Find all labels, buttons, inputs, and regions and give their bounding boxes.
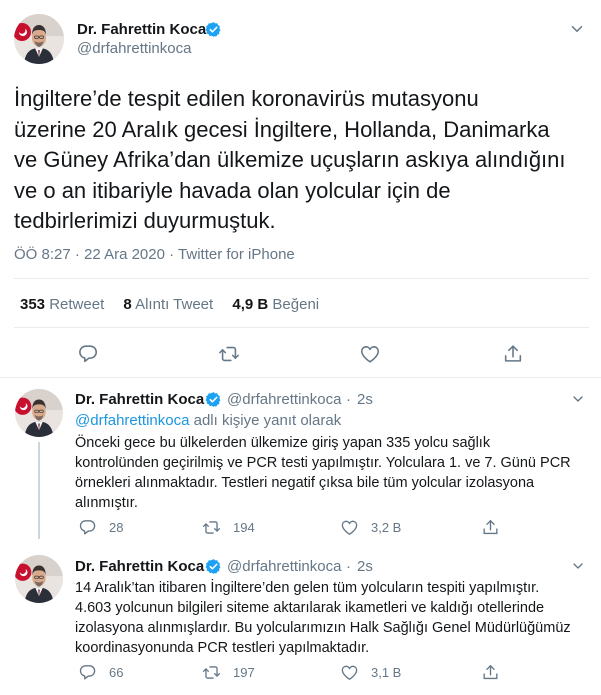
tweet-date[interactable]: 22 Ara 2020	[84, 246, 165, 263]
like-count: 3,1 B	[371, 665, 402, 680]
author-display-name[interactable]: Dr. Fahrettin Koca	[75, 558, 204, 575]
replying-to-suffix: adlı kişiye yanıt olarak	[189, 412, 342, 429]
meta-separator: ·	[346, 558, 351, 575]
tweet-time[interactable]: ÖÖ 8:27	[14, 246, 71, 263]
retweets-count: 353	[20, 296, 46, 313]
reply-count: 66	[109, 665, 124, 680]
retweet-count: 197	[233, 665, 255, 680]
avatar[interactable]	[15, 389, 63, 437]
verified-badge-icon	[205, 558, 222, 575]
like-icon	[340, 663, 359, 682]
share-action[interactable]	[481, 518, 512, 537]
share-icon	[481, 663, 500, 682]
quotes-label: Alıntı Tweet	[135, 296, 214, 313]
like-action[interactable]: 3,1 B	[340, 663, 401, 682]
quotes-count: 8	[123, 296, 132, 313]
author-display-name[interactable]: Dr. Fahrettin Koca	[75, 391, 204, 408]
reply-icon	[78, 663, 97, 682]
retweet-icon[interactable]	[218, 343, 240, 365]
tweet-text: Önceki gece bu ülkelerden ülkemize giriş…	[75, 435, 571, 511]
chevron-down-icon[interactable]	[568, 20, 586, 38]
chevron-down-icon[interactable]	[570, 391, 586, 407]
avatar[interactable]	[15, 555, 63, 603]
retweets-label: Retweet	[49, 296, 105, 313]
tweet-meta: ÖÖ 8:27 · 22 Ara 2020 · Twitter for iPho…	[14, 246, 295, 263]
tweet-text: İngiltere’de tespit edilen koronavirüs m…	[14, 86, 566, 233]
author-handle[interactable]: @drfahrettinkoca	[77, 40, 191, 57]
likes-stat[interactable]: 4,9 B Beğeni	[232, 296, 319, 313]
author-handle[interactable]: @drfahrettinkoca	[227, 558, 341, 575]
divider	[14, 327, 589, 328]
main-tweet: Dr. Fahrettin Koca @drfahrettinkoca İngi…	[0, 0, 601, 378]
replying-to: @drfahrettinkoca adlı kişiye yanıt olara…	[75, 412, 341, 429]
retweet-icon	[202, 663, 221, 682]
reply-tweet[interactable]: Dr. Fahrettin Koca @drfahrettinkoca · 2s…	[0, 379, 601, 545]
avatar[interactable]	[14, 14, 64, 64]
reply-icon[interactable]	[77, 343, 99, 365]
retweet-count: 194	[233, 520, 255, 535]
tweet-source[interactable]: Twitter for iPhone	[178, 246, 295, 263]
share-action[interactable]	[481, 663, 512, 682]
tweet-stats: 353 Retweet 8 Alıntı Tweet 4,9 B Beğeni	[20, 296, 334, 313]
like-icon[interactable]	[359, 343, 381, 365]
reply-count: 28	[109, 520, 124, 535]
reply-tweet[interactable]: Dr. Fahrettin Koca @drfahrettinkoca · 2s…	[0, 545, 601, 695]
share-icon[interactable]	[502, 343, 524, 365]
retweet-action[interactable]: 194	[202, 518, 255, 537]
divider	[14, 278, 589, 279]
thread-line	[38, 442, 40, 539]
like-action[interactable]: 3,2 B	[340, 518, 401, 537]
meta-separator: ·	[169, 246, 175, 263]
chevron-down-icon[interactable]	[570, 558, 586, 574]
reply-action[interactable]: 66	[78, 663, 123, 682]
author-display-name[interactable]: Dr. Fahrettin Koca	[77, 21, 206, 38]
like-icon	[340, 518, 359, 537]
verified-badge-icon	[205, 21, 222, 38]
replying-to-handle[interactable]: @drfahrettinkoca	[75, 412, 189, 429]
meta-separator: ·	[346, 391, 351, 408]
retweet-icon	[202, 518, 221, 537]
verified-badge-icon	[205, 391, 222, 408]
quotes-stat[interactable]: 8 Alıntı Tweet	[123, 296, 213, 313]
retweets-stat[interactable]: 353 Retweet	[20, 296, 104, 313]
share-icon	[481, 518, 500, 537]
likes-count: 4,9 B	[232, 296, 269, 313]
author-handle[interactable]: @drfahrettinkoca	[227, 391, 341, 408]
tweet-time[interactable]: 2s	[357, 558, 373, 575]
tweet-time[interactable]: 2s	[357, 391, 373, 408]
reply-action[interactable]: 28	[78, 518, 123, 537]
likes-label: Beğeni	[272, 296, 320, 313]
reply-icon	[78, 518, 97, 537]
meta-separator: ·	[74, 246, 80, 263]
like-count: 3,2 B	[371, 520, 402, 535]
tweet-text: 14 Aralık’tan itibaren İngiltere’den gel…	[75, 580, 571, 656]
retweet-action[interactable]: 197	[202, 663, 255, 682]
